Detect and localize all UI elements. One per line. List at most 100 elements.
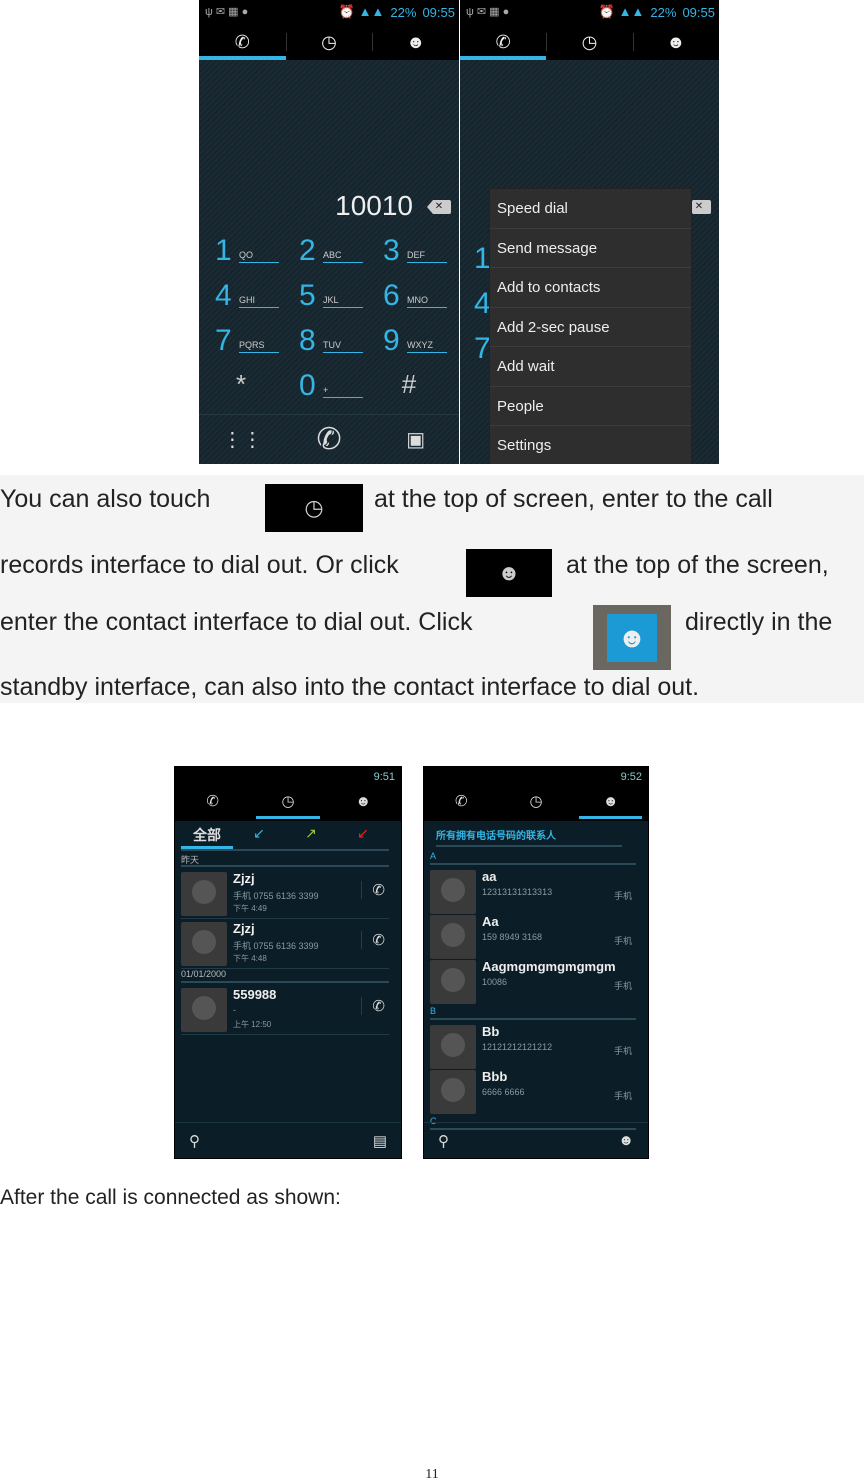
caller-name: Zjzj <box>233 921 255 936</box>
add-contact-icon[interactable]: ☻ <box>618 1132 634 1149</box>
dial-key[interactable]: 1 QO <box>201 234 281 274</box>
menu-item[interactable]: Speed dial <box>490 189 691 229</box>
contact-name: Aa <box>482 914 499 929</box>
key-digit: 9 <box>383 324 400 357</box>
dial-key[interactable]: 7 PQRS <box>201 324 281 364</box>
tab-call-log[interactable]: ◷ <box>285 24 373 60</box>
call-log-row[interactable]: 559988 - 上午 12:50 ✆ <box>181 985 389 1035</box>
tab-call-log[interactable]: ◷ <box>546 24 632 60</box>
dial-key[interactable]: 3 DEF <box>369 234 449 274</box>
dialpad-icon[interactable]: ⋮⋮ <box>199 415 286 464</box>
caller-number: 手机 0755 6136 3399 <box>233 941 319 951</box>
dialer-screenshot: ψ ✉ ▦ ● ⏰ ▲▲ 22% 09:55 ✆ ◷ ☻ 10010 ✕ 1 QO 2 AB… <box>199 0 459 464</box>
key-digit: 8 <box>299 324 316 357</box>
caller-number: 手机 0755 6136 3399 <box>233 891 319 901</box>
dial-key[interactable]: * <box>201 369 281 409</box>
call-icon[interactable]: ✆ <box>361 881 385 899</box>
key-letters: WXYZ <box>407 340 447 353</box>
call-button[interactable]: ✆ <box>286 415 373 464</box>
key-digit: # <box>401 369 417 399</box>
tab-call-log[interactable]: ◷ <box>499 787 574 821</box>
call-log-row[interactable]: Zjzj 手机 0755 6136 3399 下午 4:49 ✆ <box>181 869 389 919</box>
avatar <box>181 872 227 916</box>
tab-contacts[interactable]: ☻ <box>372 24 459 60</box>
key-digit: 0 <box>299 369 316 402</box>
page-number: 11 <box>425 1467 439 1482</box>
avatar <box>181 922 227 966</box>
menu-item[interactable]: Add 2-sec pause <box>490 308 691 347</box>
call-log-row[interactable]: Zjzj 手机 0755 6136 3399 下午 4:48 ✆ <box>181 919 389 969</box>
menu-item[interactable]: People <box>490 387 691 426</box>
menu-item[interactable]: Send message <box>490 229 691 268</box>
key-letters: ABC <box>323 250 363 263</box>
tab-phone[interactable]: ✆ <box>175 787 250 821</box>
call-icon[interactable]: ✆ <box>361 931 385 949</box>
caller-name: 559988 <box>233 987 277 1002</box>
key-letters: JKL <box>323 295 363 308</box>
call-time: 上午 12:50 <box>233 1020 272 1029</box>
search-icon[interactable]: ⚲ <box>189 1132 200 1150</box>
search-icon[interactable]: ⚲ <box>438 1132 449 1150</box>
tab-phone[interactable]: ✆ <box>460 24 547 60</box>
contact-row[interactable]: Bbb 6666 6666 手机 <box>430 1067 636 1117</box>
phone-type: 手机 <box>613 1046 632 1056</box>
status-bar: ψ ✉ ▦ ● ⏰ ▲▲ 22% 09:55 <box>199 0 459 24</box>
menu-item[interactable]: Add wait <box>490 347 691 387</box>
text-line: at the top of screen, enter to the call <box>374 485 773 513</box>
contact-number: 6666 6666 <box>482 1087 525 1097</box>
call-log-screenshot: 9:51 ✆ ◷ ☻ 全部 ↙ ↗ ↙ 昨天 Zjzj 手机 0755 6136 339… <box>174 766 402 1159</box>
sim-icon[interactable]: ▤ <box>373 1132 387 1150</box>
caller-name: Zjzj <box>233 871 255 886</box>
contacts-icon[interactable]: ▣ <box>372 415 459 464</box>
dialer-menu-screenshot: ψ ✉ ▦ ● ⏰ ▲▲ 22% 09:55 ✆ ◷ ☻ ✕ 147 Speed di… <box>460 0 719 464</box>
key-digit: 6 <box>383 279 400 312</box>
filter-missed[interactable]: ↙ <box>337 825 389 849</box>
dialed-number: 10010 <box>335 190 413 221</box>
contact-row[interactable]: Aa 159 8949 3168 手机 <box>430 912 636 962</box>
contact-row[interactable]: Bb 12121212121212 手机 <box>430 1022 636 1072</box>
key-digit: 2 <box>299 234 316 267</box>
battery: 22% <box>390 4 417 20</box>
contact-name: Bb <box>482 1024 500 1039</box>
clock: 09:55 <box>422 4 455 20</box>
avatar <box>181 988 227 1032</box>
tab-contacts[interactable]: ☻ <box>326 787 401 821</box>
tab-contacts[interactable]: ☻ <box>573 787 648 821</box>
dial-key[interactable]: 6 MNO <box>369 279 449 319</box>
menu-item[interactable]: Settings <box>490 426 691 464</box>
filter-incoming[interactable]: ↙ <box>233 825 285 849</box>
dial-key[interactable]: 9 WXYZ <box>369 324 449 364</box>
options-menu: Speed dial Send message Add to contacts Add… <box>489 188 692 464</box>
key-letters: DEF <box>407 250 447 263</box>
tab-call-log[interactable]: ◷ <box>250 787 325 821</box>
dial-key[interactable]: 0 + <box>285 369 365 409</box>
dial-key[interactable]: 5 JKL <box>285 279 365 319</box>
tab-phone[interactable]: ✆ <box>199 24 286 60</box>
contact-number: 159 8949 3168 <box>482 932 543 942</box>
key-letters: + <box>323 385 363 398</box>
status-bar: 9:51 <box>175 767 401 787</box>
key-letters: QO <box>239 250 279 263</box>
date-header: 01/01/2000 <box>181 969 389 983</box>
filter-outgoing[interactable]: ↗ <box>285 825 337 849</box>
phone-type: 手机 <box>613 1091 632 1101</box>
avatar <box>430 1025 476 1069</box>
dial-key[interactable]: 8 TUV <box>285 324 365 364</box>
tab-phone[interactable]: ✆ <box>424 787 499 821</box>
phone-type: 手机 <box>613 981 632 991</box>
contact-row[interactable]: aa 12313131313313 手机 <box>430 867 636 917</box>
call-icon[interactable]: ✆ <box>361 997 385 1015</box>
tab-contacts[interactable]: ☻ <box>632 24 719 60</box>
key-digit: 1 <box>215 234 232 267</box>
contact-number: 10086 <box>482 977 508 987</box>
instruction-paragraph: You can also touch ◷ at the top of scree… <box>0 475 864 703</box>
caller-number: - <box>233 1005 236 1015</box>
contact-row[interactable]: Aagmgmgmgmgmgm 10086 手机 <box>430 957 636 1007</box>
contact-name: aa <box>482 869 497 884</box>
dial-key[interactable]: 4 GHI <box>201 279 281 319</box>
contact-number: 12313131313313 <box>482 887 553 897</box>
menu-item[interactable]: Add to contacts <box>490 268 691 308</box>
dial-key[interactable]: 2 ABC <box>285 234 365 274</box>
dial-key[interactable]: # <box>369 369 449 409</box>
filter-all[interactable]: 全部 <box>181 825 233 849</box>
